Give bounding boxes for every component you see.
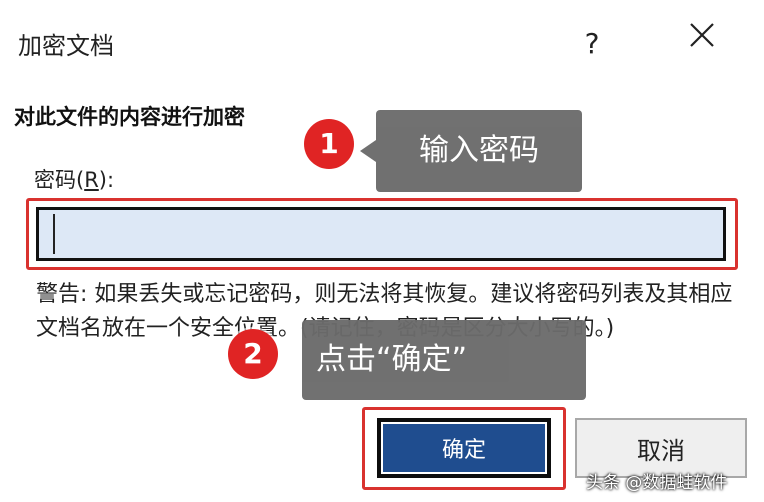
callout-2-text: 点击“确定” [316,342,468,377]
password-label-prefix: 密码( [34,168,85,192]
step-badge-2: 2 [228,329,278,379]
help-button[interactable]: ? [570,22,614,66]
password-label-accesskey: R [84,168,99,192]
password-label: 密码(R): [34,164,114,194]
close-button[interactable] [680,20,724,64]
callout-enter-password: 输入密码 [360,110,582,192]
close-icon [690,23,714,47]
encrypt-heading: 对此文件的内容进行加密 [14,105,245,129]
callout-click-ok: 点击“确定” [302,320,586,400]
step-badge-1: 1 [304,119,354,169]
password-input[interactable] [36,207,726,261]
callout-1-text: 输入密码 [419,133,539,168]
ok-button[interactable]: 确定 [377,418,551,478]
dialog-title: 加密文档 [18,32,114,60]
watermark: 头条 @数据蛙软件 [586,473,728,493]
password-label-suffix: ): [98,168,115,192]
text-caret [53,214,55,254]
